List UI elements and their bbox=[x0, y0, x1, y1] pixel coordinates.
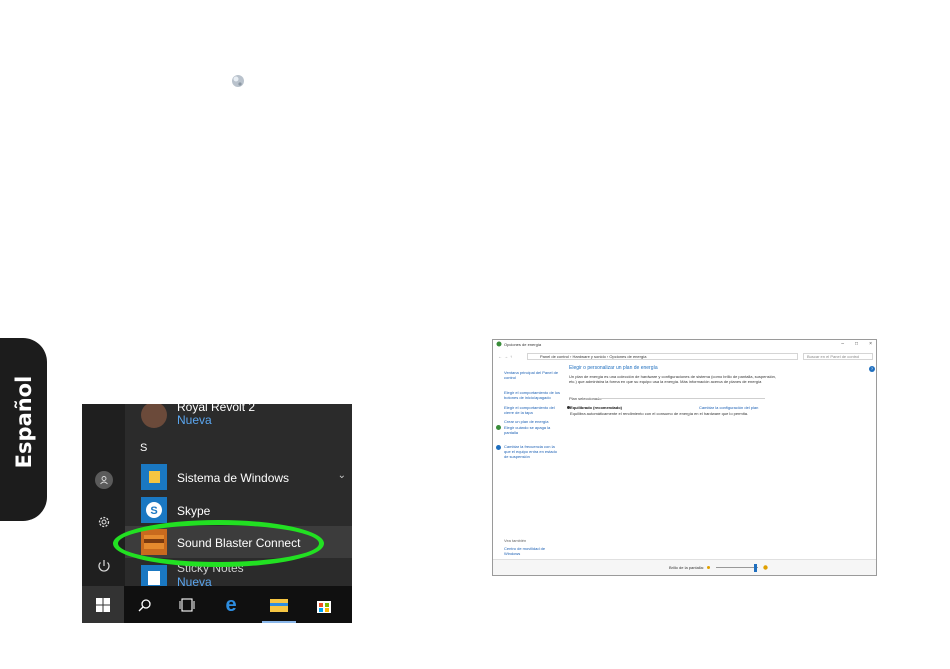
sun-dim-icon bbox=[707, 566, 710, 569]
user-account-button[interactable] bbox=[92, 468, 116, 492]
store-button[interactable] bbox=[303, 586, 345, 623]
search-button[interactable] bbox=[124, 586, 166, 623]
nav-arrows-icon[interactable]: ←→↑ bbox=[498, 354, 514, 359]
taskbar: e bbox=[82, 586, 352, 623]
sleep-icon bbox=[496, 445, 501, 450]
app-item-royal-revolt[interactable]: Royal Revolt 2 Nueva bbox=[125, 404, 352, 430]
user-icon bbox=[95, 471, 113, 489]
windows-logo-icon bbox=[96, 597, 110, 612]
task-link[interactable]: Elegir cuándo se apaga la pantalla bbox=[504, 425, 562, 435]
language-tab-label: Español bbox=[12, 375, 36, 469]
app-name: Skype bbox=[177, 504, 211, 518]
task-link[interactable]: Elegir el comportamiento de los botones … bbox=[504, 390, 562, 400]
start-menu: Royal Revolt 2 Nueva S Sistema de Window… bbox=[82, 404, 352, 623]
speaker-globe-icon bbox=[232, 75, 244, 87]
svg-text:S: S bbox=[150, 505, 157, 517]
settings-button[interactable] bbox=[92, 510, 116, 534]
window-title: Opciones de energía bbox=[504, 342, 542, 347]
folder-icon bbox=[141, 464, 167, 490]
see-also-link[interactable]: Centro de movilidad de Windows bbox=[504, 546, 562, 556]
task-view-button[interactable] bbox=[166, 586, 208, 623]
start-rail bbox=[82, 404, 125, 586]
power-icon bbox=[98, 560, 110, 572]
see-also-label: Vea también bbox=[504, 538, 527, 543]
task-view-icon bbox=[179, 597, 195, 612]
app-badge-new: Nueva bbox=[177, 413, 212, 427]
address-bar: ←→↑ Panel de control › Hardware y sonido… bbox=[493, 352, 876, 361]
brightness-slider-thumb[interactable] bbox=[754, 564, 758, 572]
section-letter: S bbox=[140, 442, 148, 454]
window-controls: – □ × bbox=[841, 341, 872, 347]
file-explorer-button[interactable] bbox=[258, 586, 300, 623]
close-icon[interactable]: × bbox=[869, 341, 872, 347]
task-link[interactable]: Cambiar la frecuencia con la que el equi… bbox=[504, 444, 562, 459]
edge-button[interactable]: e bbox=[210, 586, 252, 623]
svg-text:e: e bbox=[225, 595, 236, 615]
minimize-icon[interactable]: – bbox=[841, 341, 844, 347]
brightness-label: Brillo de la pantalla: bbox=[669, 565, 704, 570]
brightness-bar: Brillo de la pantalla: bbox=[493, 559, 876, 575]
power-button[interactable] bbox=[92, 554, 116, 578]
breadcrumb[interactable]: Panel de control › Hardware y sonido › O… bbox=[527, 353, 798, 360]
sun-bright-icon bbox=[763, 565, 768, 570]
highlight-ring bbox=[113, 520, 324, 567]
task-link[interactable]: Crear un plan de energía bbox=[504, 419, 562, 424]
page: Español Royal Revolt 2 Nueva S Sistema d… bbox=[0, 0, 950, 669]
task-link[interactable]: Ventana principal del Panel de control bbox=[504, 370, 562, 380]
help-icon[interactable]: ? bbox=[869, 366, 875, 372]
intro-text: Un plan de energía es una colección de h… bbox=[569, 374, 777, 384]
power-icon bbox=[496, 425, 501, 430]
maximize-icon[interactable]: □ bbox=[855, 341, 858, 347]
search-icon bbox=[138, 598, 151, 611]
skype-icon: S bbox=[141, 497, 167, 523]
language-tab: Español bbox=[0, 338, 47, 521]
store-icon bbox=[317, 600, 331, 613]
app-item-sistema-windows[interactable]: Sistema de Windows ⌄ bbox=[125, 461, 352, 493]
brightness-slider[interactable] bbox=[716, 567, 758, 568]
royal-revolt-icon bbox=[141, 404, 167, 428]
task-link[interactable]: Elegir el comportamiento del cierre de l… bbox=[504, 405, 562, 415]
windows-start-button[interactable] bbox=[82, 586, 124, 623]
power-options-icon bbox=[496, 341, 502, 347]
edge-icon: e bbox=[225, 595, 236, 615]
plan-name: Equilibrado (recomendado) bbox=[570, 405, 623, 410]
app-name: Sistema de Windows bbox=[177, 471, 290, 485]
task-pane: Ventana principal del Panel de control E… bbox=[493, 362, 563, 576]
divider bbox=[597, 398, 765, 399]
power-options-window: Opciones de energía – □ × ←→↑ Panel de c… bbox=[492, 339, 877, 576]
search-input[interactable]: Buscar en el Panel de control bbox=[803, 353, 873, 360]
plan-description: Equilibra automáticamente el rendimiento… bbox=[570, 411, 749, 416]
gear-icon bbox=[98, 516, 110, 528]
page-title: Elegir o personalizar un plan de energía bbox=[569, 365, 658, 371]
title-bar: Opciones de energía – □ × bbox=[493, 340, 876, 349]
chevron-down-icon[interactable]: ⌄ bbox=[338, 470, 346, 481]
folder-icon bbox=[270, 598, 288, 612]
change-plan-link[interactable]: Cambiar la configuración del plan bbox=[699, 405, 758, 410]
